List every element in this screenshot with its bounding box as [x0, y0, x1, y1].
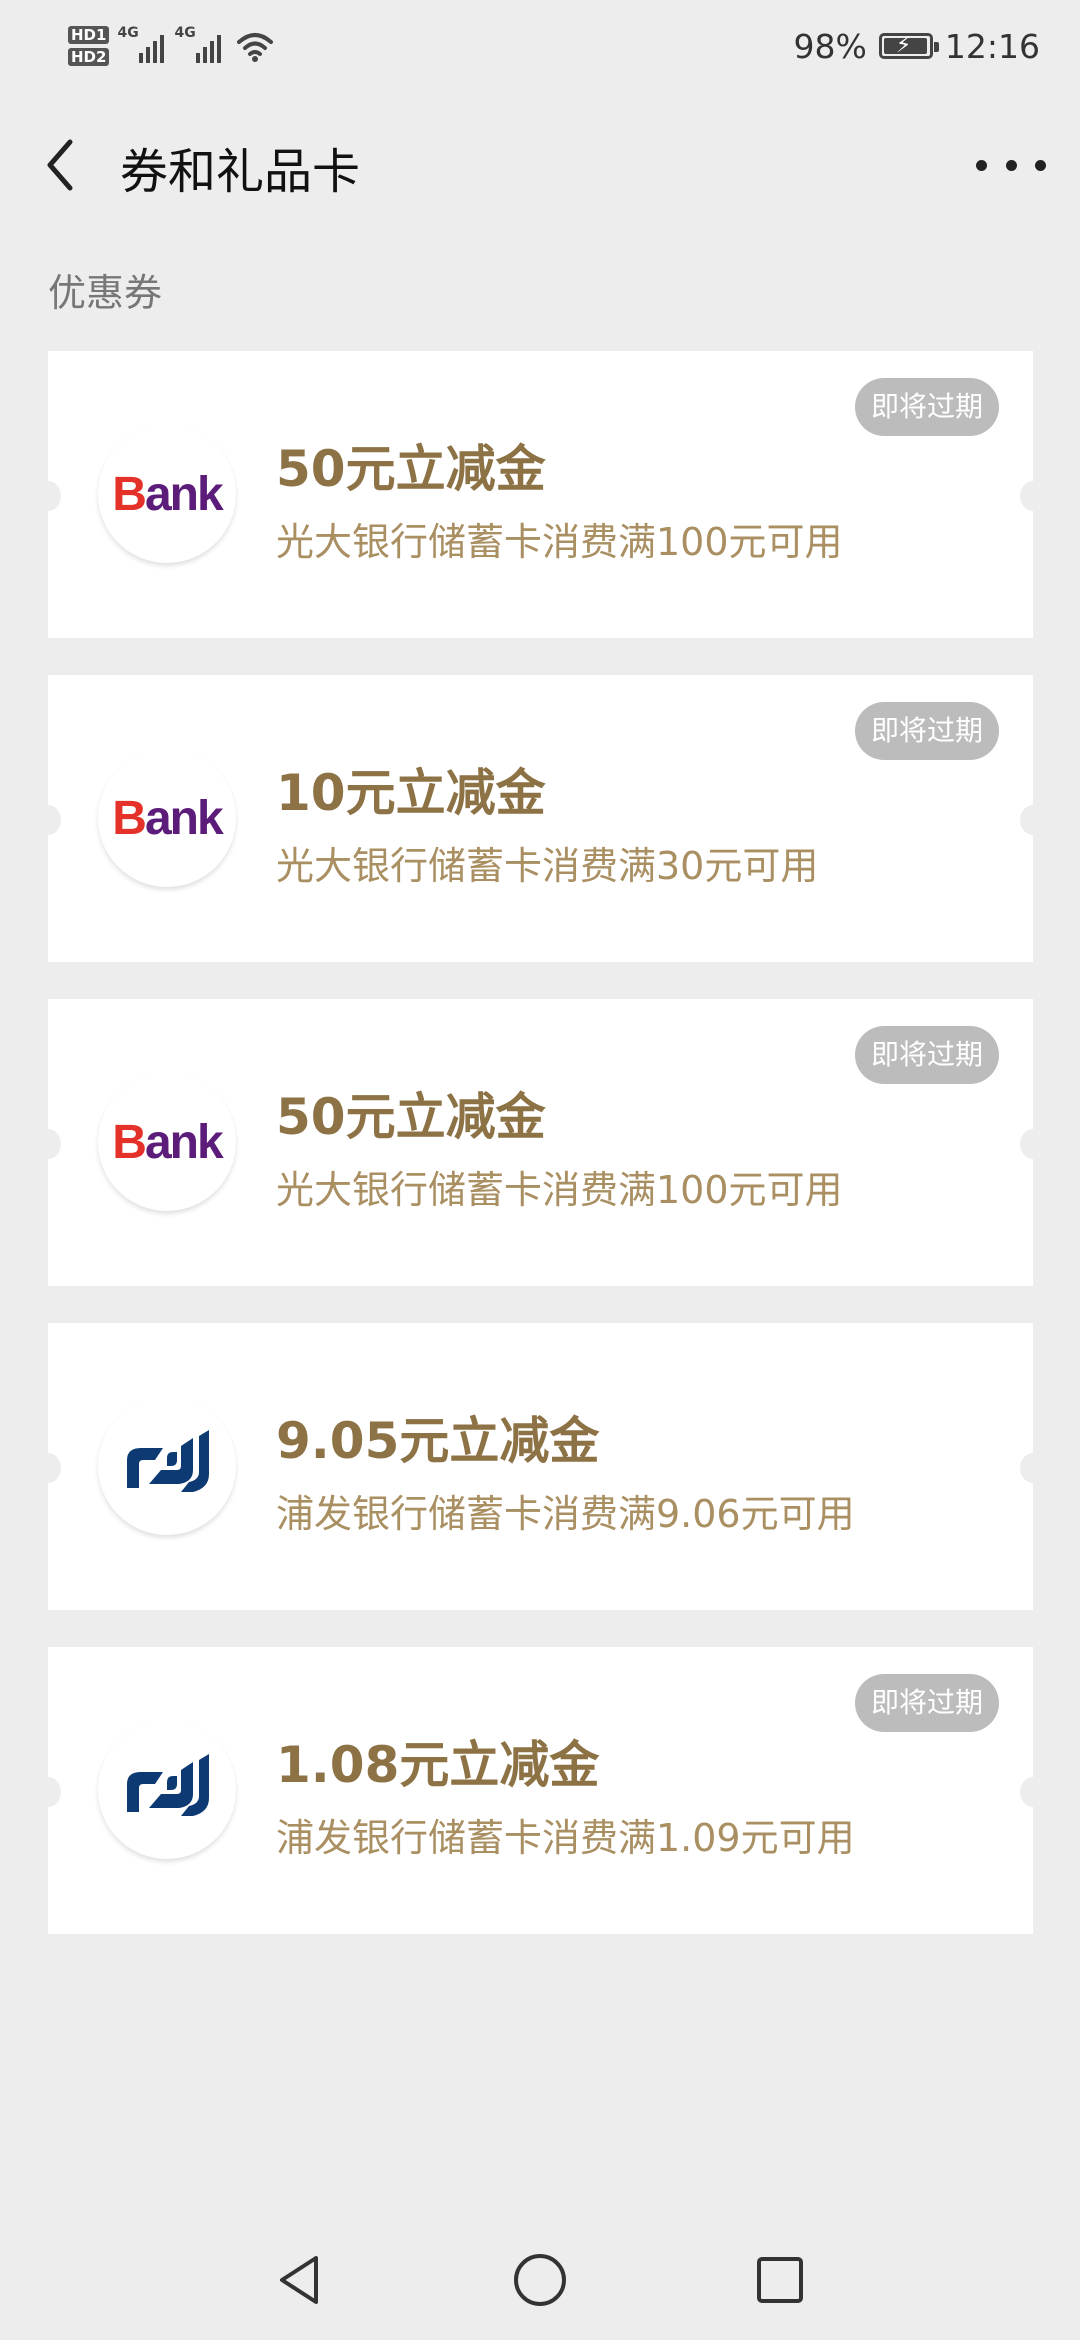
triangle-back-icon[interactable]: [272, 2250, 332, 2310]
battery-icon: ⚡: [878, 33, 939, 59]
wifi-icon: [237, 33, 274, 62]
coupon-amount: 50元立减金: [276, 440, 546, 498]
coupon-amount: 9.05元立减金: [276, 1412, 600, 1470]
expiring-badge: 即将过期: [854, 1026, 999, 1084]
square-recent-icon[interactable]: [750, 2250, 810, 2310]
status-bar: HD1 HD2 4G 4G 98% ⚡ 12:16: [0, 0, 1080, 92]
coupon-card[interactable]: Bank 50元立减金光大银行储蓄卡消费满100元可用 即将过期: [35, 351, 1046, 638]
coupon-description: 浦发银行储蓄卡消费满9.06元可用: [276, 1492, 855, 1536]
spdb-logo-mark: [127, 1430, 209, 1492]
ticket-notch-left: [35, 1453, 61, 1483]
bank-logo-text: Bank: [112, 1115, 224, 1170]
ceb-bank-logo: Bank: [98, 749, 236, 887]
coupon-amount: 50元立减金: [276, 1088, 546, 1146]
page-title: 券和礼品卡: [120, 144, 361, 200]
spdb-logo: [98, 1721, 236, 1859]
chevron-left-icon[interactable]: [36, 130, 86, 200]
page: HD1 HD2 4G 4G 98% ⚡ 12:16 券和礼品卡 优惠券 B an…: [0, 0, 1080, 2340]
signal-icon-2: 4G: [174, 25, 222, 63]
spdb-logo-mark: [127, 1754, 209, 1816]
charging-icon: ⚡: [895, 33, 912, 58]
bank-logo-ank: ank: [144, 1115, 224, 1169]
expiring-badge: 即将过期: [854, 1674, 999, 1732]
ticket-notch-left: [35, 481, 61, 511]
status-left: HD1 HD2 4G 4G: [68, 16, 275, 76]
ticket-notch-right: [1020, 805, 1046, 835]
coupon-description: 浦发银行储蓄卡消费满1.09元可用: [276, 1816, 855, 1860]
ticket-notch-left: [35, 1777, 61, 1807]
hd2-badge: HD2: [68, 48, 110, 66]
bank-logo-text: Bank: [112, 467, 224, 522]
signal-icon-1: 4G: [117, 25, 165, 63]
coupon-card[interactable]: Bank 10元立减金光大银行储蓄卡消费满30元可用 即将过期: [35, 675, 1046, 962]
status-right: 98% ⚡ 12:16: [794, 20, 1040, 72]
coupon-description: 光大银行储蓄卡消费满100元可用: [276, 520, 843, 564]
section-title: 优惠券: [48, 271, 163, 315]
coupon-description: 光大银行储蓄卡消费满30元可用: [276, 844, 819, 888]
ceb-bank-logo: Bank: [98, 1073, 236, 1211]
ceb-bank-logo: Bank: [98, 425, 236, 563]
more-dots-icon[interactable]: [976, 150, 1046, 180]
expiring-badge: 即将过期: [854, 378, 999, 436]
coupon-list: Bank 50元立减金 光大银行储蓄卡消费满100元可用 即将过期 Bank 10元立减金…: [35, 351, 1046, 1971]
ticket-notch-right: [1020, 1777, 1046, 1807]
coupon-amount: 1.08元立减金: [276, 1736, 600, 1794]
nav-bar: 券和礼品卡: [0, 110, 1080, 220]
expiring-badge: 即将过期: [854, 702, 999, 760]
ticket-notch-left: [35, 805, 61, 835]
ticket-notch-left: [35, 1129, 61, 1159]
coupon-amount: 10元立减金: [276, 764, 546, 822]
bank-logo-ank: ank: [144, 791, 224, 845]
ticket-notch-right: [1020, 481, 1046, 511]
coupon-card[interactable]: 9.05元立减金浦发银行储蓄卡消费满9.06元可用: [35, 1323, 1046, 1610]
network-type-1: 4G: [117, 25, 139, 41]
circle-home-icon[interactable]: [510, 2250, 570, 2310]
battery-percent: 98%: [793, 26, 867, 66]
bank-logo-ank: ank: [144, 467, 224, 521]
spdb-logo: [98, 1397, 236, 1535]
bank-logo-b: B: [112, 791, 147, 845]
hd-indicators: HD1 HD2: [68, 26, 110, 66]
coupon-card[interactable]: Bank 50元立减金光大银行储蓄卡消费满100元可用 即将过期: [35, 999, 1046, 1286]
network-type-2: 4G: [174, 25, 196, 41]
bank-logo-text: Bank: [112, 791, 224, 846]
coupon-card[interactable]: 1.08元立减金浦发银行储蓄卡消费满1.09元可用 即将过期: [35, 1647, 1046, 1934]
coupon-description: 光大银行储蓄卡消费满100元可用: [276, 1168, 843, 1212]
system-nav-bar: [0, 2230, 1080, 2330]
ticket-notch-right: [1020, 1129, 1046, 1159]
ticket-notch-right: [1020, 1453, 1046, 1483]
bank-logo-b: B: [112, 467, 147, 521]
hd1-badge: HD1: [68, 26, 110, 44]
clock: 12:16: [944, 26, 1040, 66]
bank-logo-b: B: [112, 1115, 147, 1169]
